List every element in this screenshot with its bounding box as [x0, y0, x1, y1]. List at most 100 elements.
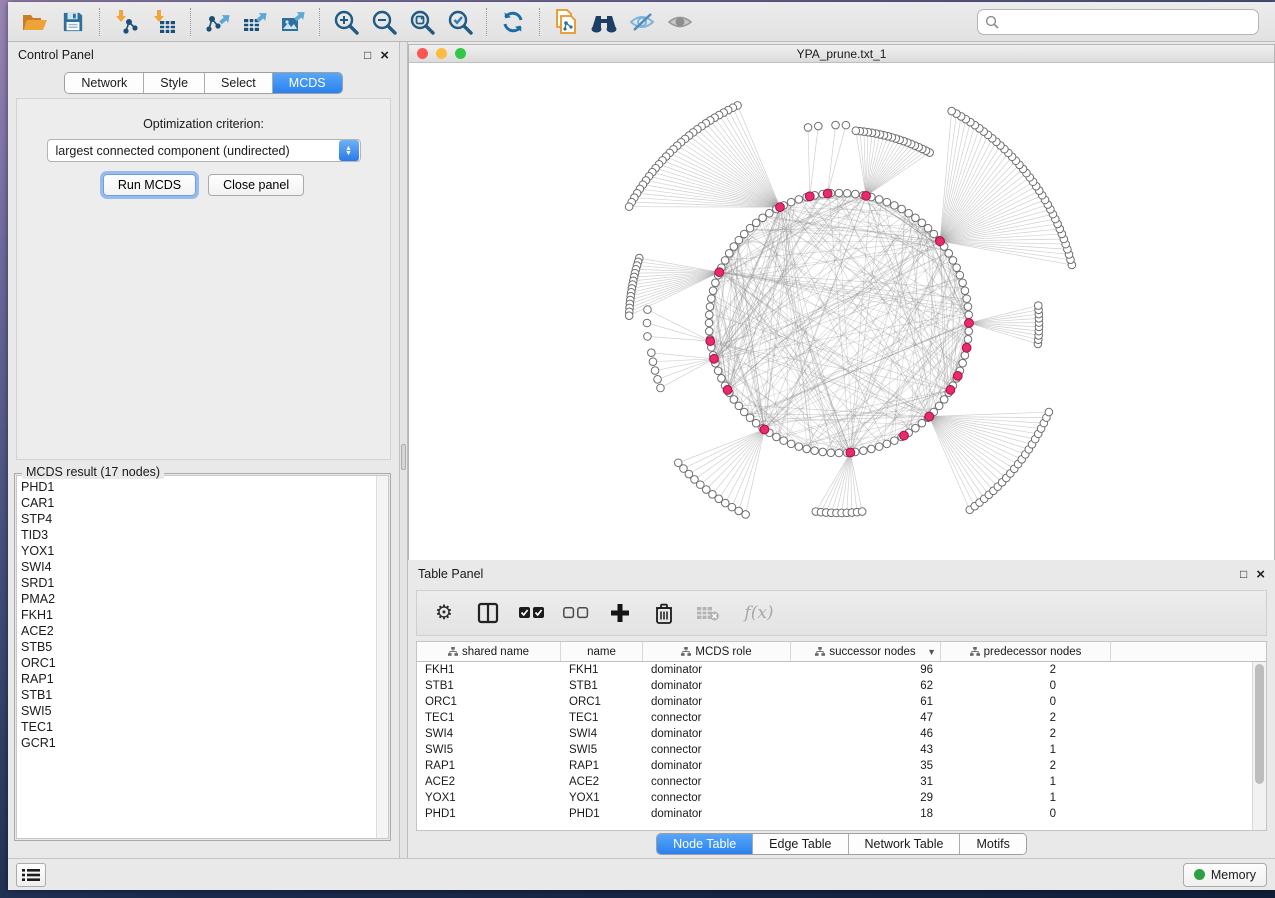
- table-row[interactable]: RAP1RAP1dominator352: [417, 758, 1252, 774]
- export-table-icon[interactable]: [236, 6, 274, 38]
- tab-select[interactable]: Select: [205, 73, 273, 93]
- search-box[interactable]: [977, 9, 1259, 35]
- run-mcds-button[interactable]: Run MCDS: [103, 174, 196, 196]
- app-window: Control Panel □ × Network Style Select M…: [8, 2, 1275, 890]
- mcds-list-scrollbar[interactable]: [376, 476, 388, 838]
- zoom-selected-icon[interactable]: [441, 6, 479, 38]
- memory-button[interactable]: Memory: [1183, 863, 1267, 887]
- mcds-hub-node[interactable]: [946, 386, 955, 395]
- column-header-predecessor-nodes[interactable]: predecessor nodes: [941, 642, 1111, 661]
- close-panel-button[interactable]: Close panel: [208, 174, 304, 196]
- table-row[interactable]: SWI4SWI4dominator462: [417, 726, 1252, 742]
- mcds-hub-node[interactable]: [953, 371, 962, 380]
- float-table-panel-icon[interactable]: □: [1240, 568, 1247, 580]
- network-canvas[interactable]: [409, 63, 1274, 560]
- mcds-result-item: ACE2: [21, 623, 56, 639]
- tab-motifs[interactable]: Motifs: [960, 834, 1025, 854]
- cell-shared: SWI5: [417, 742, 561, 758]
- mcds-hub-node[interactable]: [962, 343, 971, 352]
- split-columns-icon[interactable]: [473, 598, 503, 628]
- table-scrollbar-thumb[interactable]: [1255, 664, 1264, 784]
- mcds-hub-node[interactable]: [710, 354, 719, 363]
- criterion-dropdown[interactable]: largest connected component (undirected)…: [47, 139, 361, 162]
- close-panel-icon[interactable]: ×: [380, 48, 389, 63]
- mcds-hub-node[interactable]: [862, 191, 871, 200]
- mcds-hub-node[interactable]: [823, 189, 832, 198]
- cell-pred: 2: [941, 726, 1111, 742]
- mcds-hub-node[interactable]: [723, 386, 732, 395]
- mcds-hub-node[interactable]: [706, 337, 715, 346]
- delete-column-icon[interactable]: [649, 598, 679, 628]
- column-header-name[interactable]: name: [561, 642, 643, 661]
- mcds-hub-node[interactable]: [776, 203, 785, 212]
- search-input[interactable]: [1004, 15, 1251, 29]
- float-panel-icon[interactable]: □: [364, 49, 371, 61]
- splitter-grip[interactable]: [401, 444, 406, 470]
- save-icon[interactable]: [54, 6, 92, 38]
- tab-edge-table[interactable]: Edge Table: [753, 834, 848, 854]
- export-image-icon[interactable]: [274, 6, 312, 38]
- refresh-icon[interactable]: [494, 6, 532, 38]
- column-header-shared-name[interactable]: shared name: [417, 642, 561, 661]
- binoculars-icon[interactable]: [585, 6, 623, 38]
- mcds-hub-node[interactable]: [965, 319, 974, 328]
- mcds-hub-node[interactable]: [715, 268, 724, 277]
- cell-name: YOX1: [561, 790, 643, 806]
- copy-network-icon[interactable]: [547, 6, 585, 38]
- tab-mcds[interactable]: MCDS: [273, 73, 342, 93]
- cell-pred: 1: [941, 790, 1111, 806]
- hide-selected-icon[interactable]: [623, 6, 661, 38]
- table-row[interactable]: FKH1FKH1dominator962: [417, 662, 1252, 678]
- cell-succ: 46: [791, 726, 941, 742]
- cell-succ: 18: [791, 806, 941, 822]
- table-settings-icon[interactable]: ⚙: [429, 598, 459, 628]
- tab-style[interactable]: Style: [144, 73, 205, 93]
- cell-role: connector: [643, 742, 791, 758]
- table-row[interactable]: ORC1ORC1dominator610: [417, 694, 1252, 710]
- column-header-MCDS-role[interactable]: MCDS role: [643, 642, 791, 661]
- select-all-checkboxes-icon[interactable]: [517, 598, 547, 628]
- tab-network-table[interactable]: Network Table: [849, 834, 961, 854]
- open-folder-icon[interactable]: [16, 6, 54, 38]
- mcds-hub-node[interactable]: [925, 412, 934, 421]
- cell-succ: 62: [791, 678, 941, 694]
- mcds-hub-node[interactable]: [900, 431, 909, 440]
- column-header-successor-nodes[interactable]: successor nodes▼: [791, 642, 941, 661]
- tab-network[interactable]: Network: [65, 73, 144, 93]
- mcds-hub-node[interactable]: [805, 192, 814, 201]
- show-all-icon[interactable]: [661, 6, 699, 38]
- cell-succ: 96: [791, 662, 941, 678]
- node-table: shared namenameMCDS rolesuccessor nodes▼…: [416, 641, 1267, 831]
- vertical-splitter[interactable]: [400, 42, 408, 858]
- table-row[interactable]: TEC1TEC1connector472: [417, 710, 1252, 726]
- export-network-icon[interactable]: [198, 6, 236, 38]
- table-row[interactable]: ACE2ACE2connector311: [417, 774, 1252, 790]
- cell-pred: 2: [941, 758, 1111, 774]
- network-window: YPA_prune.txt_1: [408, 44, 1275, 560]
- mcds-result-list[interactable]: PHD1CAR1STP4TID3YOX1SWI4SRD1PMA2FKH1ACE2…: [16, 475, 389, 839]
- zoom-out-icon[interactable]: [365, 6, 403, 38]
- import-table-icon[interactable]: [145, 6, 183, 38]
- mcds-result-item: FKH1: [21, 607, 56, 623]
- zoom-in-icon[interactable]: [327, 6, 365, 38]
- close-table-panel-icon[interactable]: ×: [1256, 567, 1265, 582]
- deselect-all-checkboxes-icon[interactable]: [561, 598, 591, 628]
- task-history-icon[interactable]: [16, 863, 46, 887]
- add-column-icon[interactable]: [605, 598, 635, 628]
- control-panel-tabs: Network Style Select MCDS: [64, 72, 342, 94]
- tab-node-table[interactable]: Node Table: [657, 834, 753, 854]
- table-row[interactable]: STB1STB1dominator620: [417, 678, 1252, 694]
- mcds-hub-node[interactable]: [760, 425, 769, 434]
- cell-role: dominator: [643, 758, 791, 774]
- cell-shared: YOX1: [417, 790, 561, 806]
- mcds-hub-node[interactable]: [846, 448, 855, 457]
- table-row[interactable]: YOX1YOX1connector291: [417, 790, 1252, 806]
- table-row[interactable]: PHD1PHD1dominator180: [417, 806, 1252, 822]
- zoom-fit-icon[interactable]: [403, 6, 441, 38]
- cell-name: PHD1: [561, 806, 643, 822]
- import-network-icon[interactable]: [107, 6, 145, 38]
- cell-name: STB1: [561, 678, 643, 694]
- table-row[interactable]: SWI5SWI5connector431: [417, 742, 1252, 758]
- table-scrollbar[interactable]: [1252, 662, 1266, 830]
- mcds-hub-node[interactable]: [936, 237, 945, 246]
